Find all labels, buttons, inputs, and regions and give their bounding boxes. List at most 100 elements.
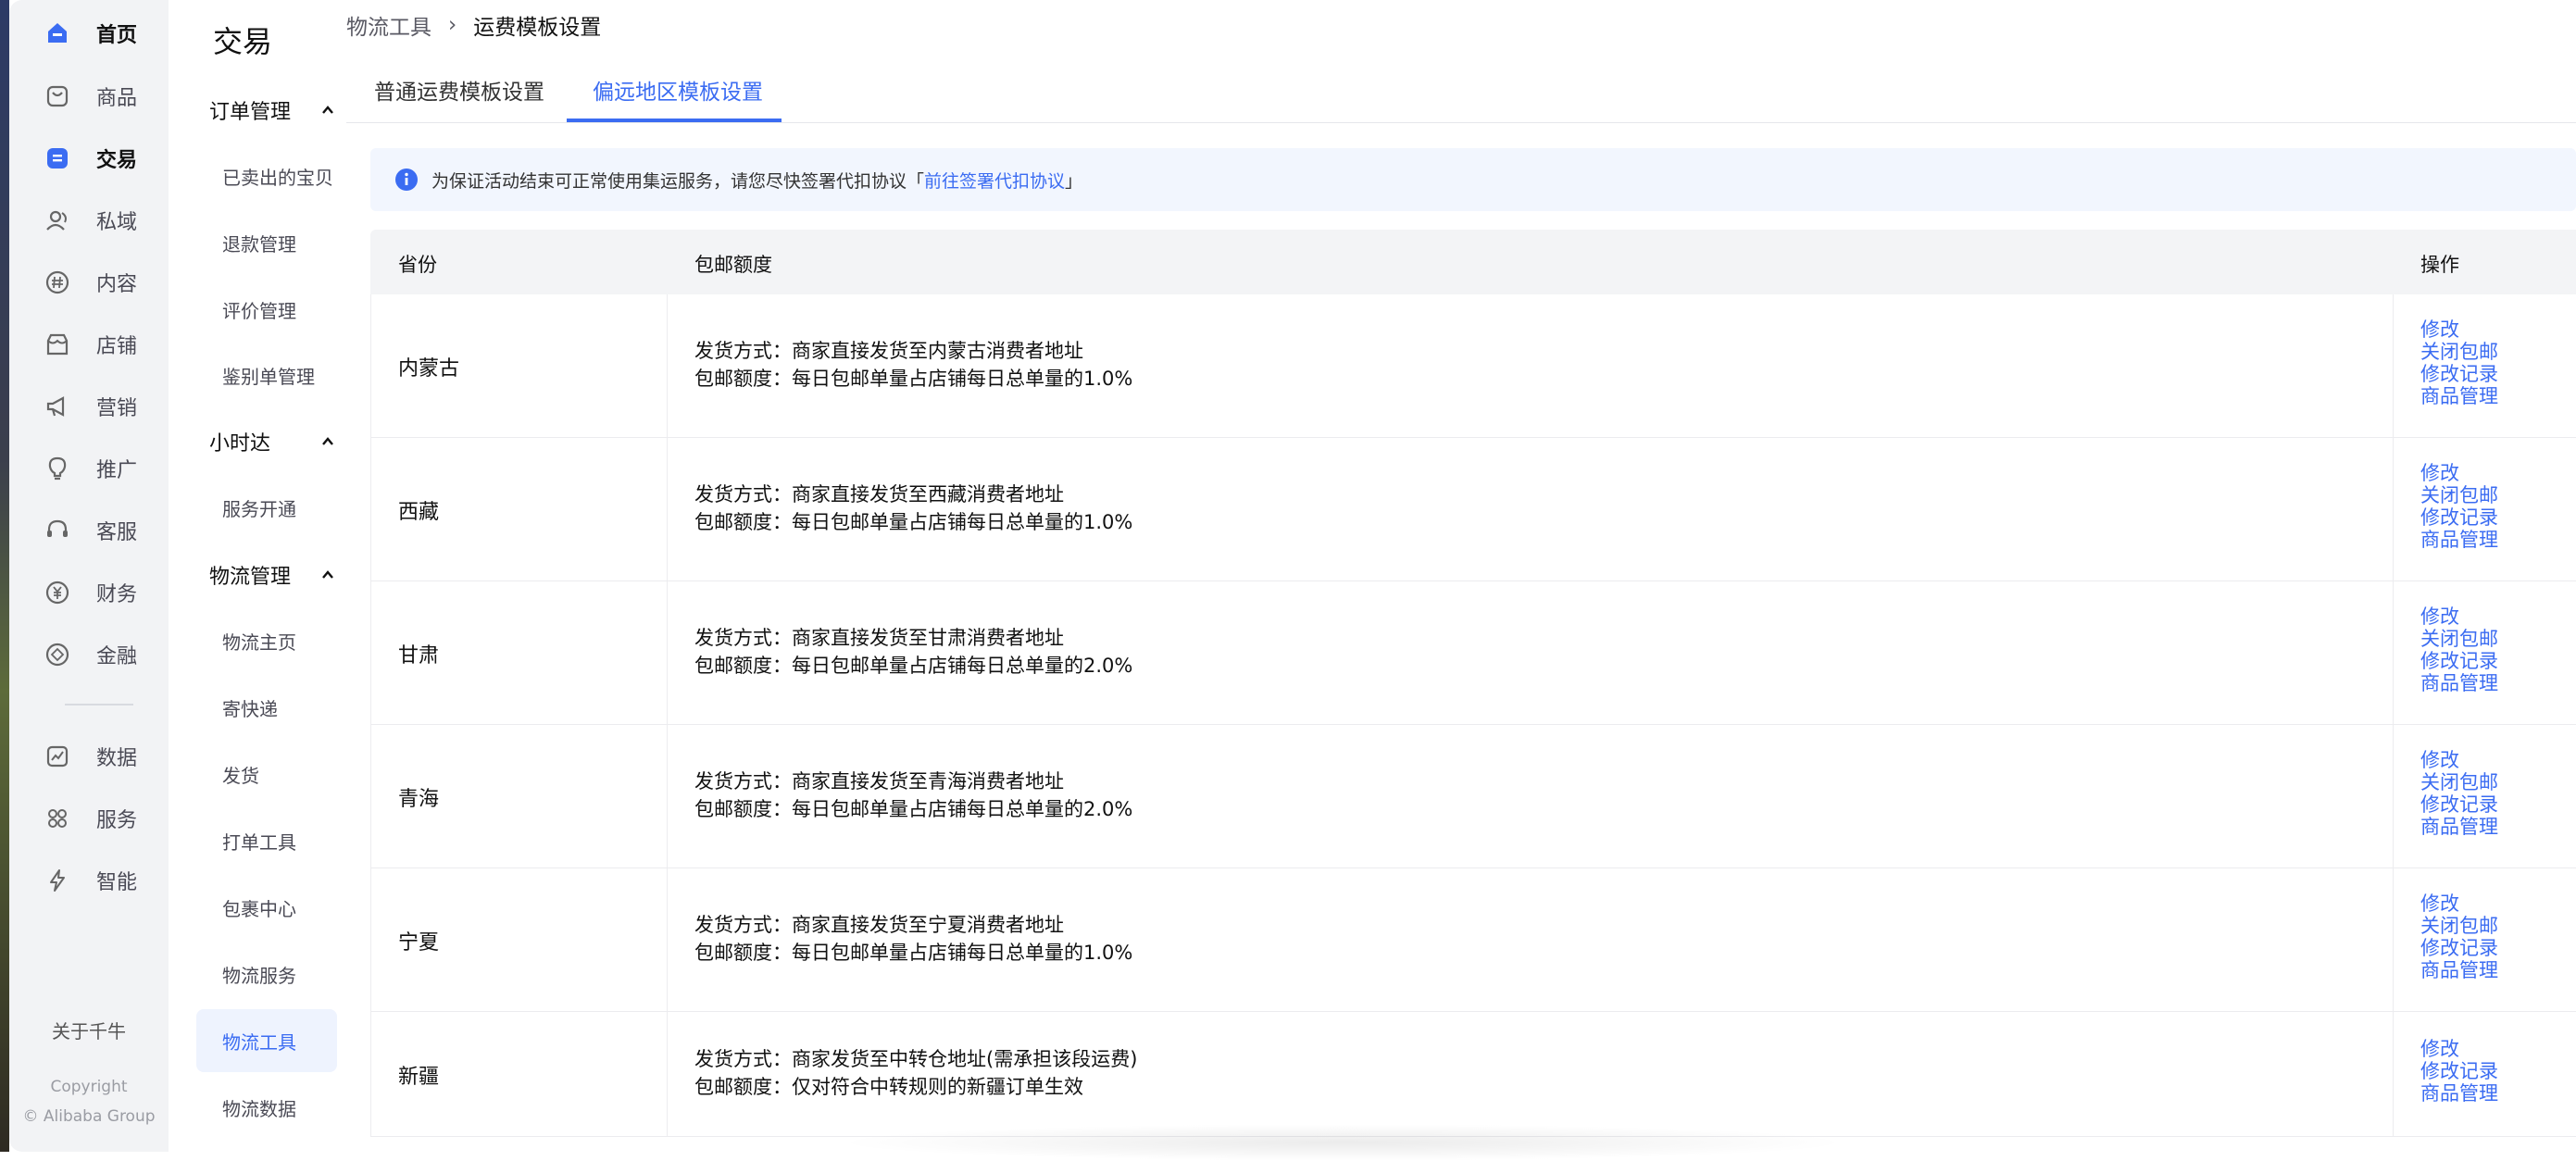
menu-item-parcel-center[interactable]: 包裹中心 bbox=[222, 894, 296, 921]
rail-divider bbox=[65, 704, 133, 705]
menu-group-label: 小时达 bbox=[209, 432, 271, 456]
close-free-shipping-link[interactable]: 关闭包邮 bbox=[2420, 771, 2498, 793]
breadcrumb-parent[interactable]: 物流工具 bbox=[346, 9, 431, 41]
scroll-shadow bbox=[833, 1124, 1852, 1161]
province-cell: 甘肃 bbox=[398, 644, 440, 668]
row-border bbox=[370, 725, 371, 868]
rail-label: 推广 bbox=[96, 459, 138, 482]
menu-item-logistics-tools[interactable]: 物流工具 bbox=[222, 1028, 296, 1055]
about-link[interactable]: 关于千牛 bbox=[9, 1017, 169, 1043]
rail-item-services[interactable]: 服务 bbox=[44, 800, 137, 837]
edit-link[interactable]: 修改 bbox=[2420, 318, 2498, 341]
finance-icon bbox=[44, 642, 70, 668]
trade-icon bbox=[44, 145, 70, 171]
column-divider bbox=[667, 581, 668, 724]
rail-label: 内容 bbox=[96, 273, 138, 296]
rail-item-banking[interactable]: 金融 bbox=[44, 636, 137, 673]
menu-item-sold[interactable]: 已卖出的宝贝 bbox=[222, 163, 333, 190]
table-row: 新疆 发货方式：商家发货至中转仓地址(需承担该段运费) 包邮额度：仅对符合中转规… bbox=[370, 1012, 2576, 1137]
home-icon bbox=[44, 20, 70, 46]
product-manage-link[interactable]: 商品管理 bbox=[2420, 1082, 2498, 1105]
product-manage-link[interactable]: 商品管理 bbox=[2420, 385, 2498, 407]
menu-item-refund[interactable]: 退款管理 bbox=[222, 230, 296, 256]
info-icon bbox=[394, 168, 419, 192]
ops-cell: 修改 关闭包邮 修改记录 商品管理 bbox=[2420, 893, 2498, 981]
rail-item-finance[interactable]: 财务 bbox=[44, 574, 137, 611]
shop-icon bbox=[44, 331, 70, 357]
menu-item-logistics-data[interactable]: 物流数据 bbox=[222, 1094, 296, 1121]
rail-item-trade[interactable]: 交易 bbox=[44, 140, 137, 177]
menu-item-authentication[interactable]: 鉴别单管理 bbox=[222, 362, 315, 389]
rail-label: 客服 bbox=[96, 521, 138, 544]
menu-item-send-express[interactable]: 寄快递 bbox=[222, 694, 278, 721]
province-cell: 宁夏 bbox=[398, 931, 440, 955]
edit-history-link[interactable]: 修改记录 bbox=[2420, 363, 2498, 385]
column-header-ops: 操作 bbox=[2420, 254, 2459, 276]
menu-group-label: 订单管理 bbox=[209, 101, 292, 124]
product-manage-link[interactable]: 商品管理 bbox=[2420, 816, 2498, 838]
rail-label: 财务 bbox=[96, 583, 138, 606]
menu-item-logistics-home[interactable]: 物流主页 bbox=[222, 628, 296, 655]
rail-item-private[interactable]: 私域 bbox=[44, 202, 137, 239]
copyright-text: Copyright bbox=[50, 1078, 128, 1096]
menu-group-orders[interactable]: 订单管理 bbox=[209, 96, 339, 124]
table-row: 甘肃 发货方式：商家直接发货至甘肃消费者地址 包邮额度：每日包邮单量占店铺每日总… bbox=[370, 581, 2576, 725]
column-header-quota: 包邮额度 bbox=[694, 254, 772, 276]
edit-history-link[interactable]: 修改记录 bbox=[2420, 650, 2498, 672]
sign-agreement-link[interactable]: 前往签署代扣协议 bbox=[924, 171, 1065, 192]
copyright-owner: © Alibaba Group bbox=[22, 1107, 156, 1126]
column-divider bbox=[2393, 1012, 2394, 1136]
rail-item-promote[interactable]: 推广 bbox=[44, 450, 137, 487]
ops-cell: 修改 关闭包邮 修改记录 商品管理 bbox=[2420, 462, 2498, 551]
breadcrumb-separator: › bbox=[448, 13, 457, 37]
edit-link[interactable]: 修改 bbox=[2420, 1038, 2498, 1060]
chevron-up-icon bbox=[320, 428, 335, 461]
menu-item-service-open[interactable]: 服务开通 bbox=[222, 494, 296, 521]
column-divider bbox=[667, 868, 668, 1011]
rail-item-content[interactable]: 内容 bbox=[44, 264, 137, 301]
rail-item-shop[interactable]: 店铺 bbox=[44, 326, 137, 363]
edit-history-link[interactable]: 修改记录 bbox=[2420, 793, 2498, 816]
rail-item-ai[interactable]: 智能 bbox=[44, 862, 137, 899]
close-free-shipping-link[interactable]: 关闭包邮 bbox=[2420, 628, 2498, 650]
notice-banner: 为保证活动结束可正常使用集运服务，请您尽快签署代扣协议「前往签署代扣协议」 bbox=[370, 148, 2576, 211]
column-divider bbox=[2393, 581, 2394, 724]
quota-text: 包邮额度：每日包邮单量占店铺每日总单量的2.0% bbox=[694, 798, 1133, 820]
remote-region-table: 省份 包邮额度 操作 内蒙古 发货方式：商家直接发货至内蒙古消费者地址 包邮额度… bbox=[370, 230, 2576, 1137]
rail-item-home[interactable]: 首页 bbox=[44, 15, 137, 52]
grid-icon bbox=[44, 805, 70, 831]
product-manage-link[interactable]: 商品管理 bbox=[2420, 529, 2498, 551]
close-free-shipping-link[interactable]: 关闭包邮 bbox=[2420, 915, 2498, 937]
edit-history-link[interactable]: 修改记录 bbox=[2420, 1060, 2498, 1082]
ship-method: 发货方式：商家直接发货至甘肃消费者地址 bbox=[694, 627, 1064, 649]
row-border bbox=[370, 294, 371, 437]
menu-group-hourly[interactable]: 小时达 bbox=[209, 428, 339, 456]
close-free-shipping-link[interactable]: 关闭包邮 bbox=[2420, 484, 2498, 506]
menu-item-ship[interactable]: 发货 bbox=[222, 761, 259, 788]
edit-history-link[interactable]: 修改记录 bbox=[2420, 506, 2498, 529]
quota-text: 包邮额度：每日包邮单量占店铺每日总单量的1.0% bbox=[694, 368, 1133, 390]
row-border bbox=[370, 438, 371, 580]
table-row: 内蒙古 发货方式：商家直接发货至内蒙古消费者地址 包邮额度：每日包邮单量占店铺每… bbox=[370, 294, 2576, 438]
menu-item-print-tool[interactable]: 打单工具 bbox=[222, 828, 296, 855]
rail-label: 智能 bbox=[96, 871, 138, 894]
menu-group-logistics[interactable]: 物流管理 bbox=[209, 561, 339, 589]
rail-item-product[interactable]: 商品 bbox=[44, 78, 137, 115]
tab-normal-template[interactable]: 普通运费模板设置 bbox=[374, 74, 544, 120]
menu-item-review[interactable]: 评价管理 bbox=[222, 296, 296, 323]
edit-link[interactable]: 修改 bbox=[2420, 605, 2498, 628]
rail-item-marketing[interactable]: 营销 bbox=[44, 388, 137, 425]
ship-method: 发货方式：商家发货至中转仓地址(需承担该段运费) bbox=[694, 1048, 1138, 1070]
edit-link[interactable]: 修改 bbox=[2420, 893, 2498, 915]
tab-remote-template[interactable]: 偏远地区模板设置 bbox=[593, 74, 763, 120]
edit-history-link[interactable]: 修改记录 bbox=[2420, 937, 2498, 959]
menu-item-logistics-service[interactable]: 物流服务 bbox=[222, 961, 296, 988]
rail-label: 金融 bbox=[96, 645, 138, 668]
rail-item-data[interactable]: 数据 bbox=[44, 738, 137, 775]
edit-link[interactable]: 修改 bbox=[2420, 749, 2498, 771]
close-free-shipping-link[interactable]: 关闭包邮 bbox=[2420, 341, 2498, 363]
product-manage-link[interactable]: 商品管理 bbox=[2420, 672, 2498, 694]
product-manage-link[interactable]: 商品管理 bbox=[2420, 959, 2498, 981]
rail-item-service-chat[interactable]: 客服 bbox=[44, 512, 137, 549]
edit-link[interactable]: 修改 bbox=[2420, 462, 2498, 484]
